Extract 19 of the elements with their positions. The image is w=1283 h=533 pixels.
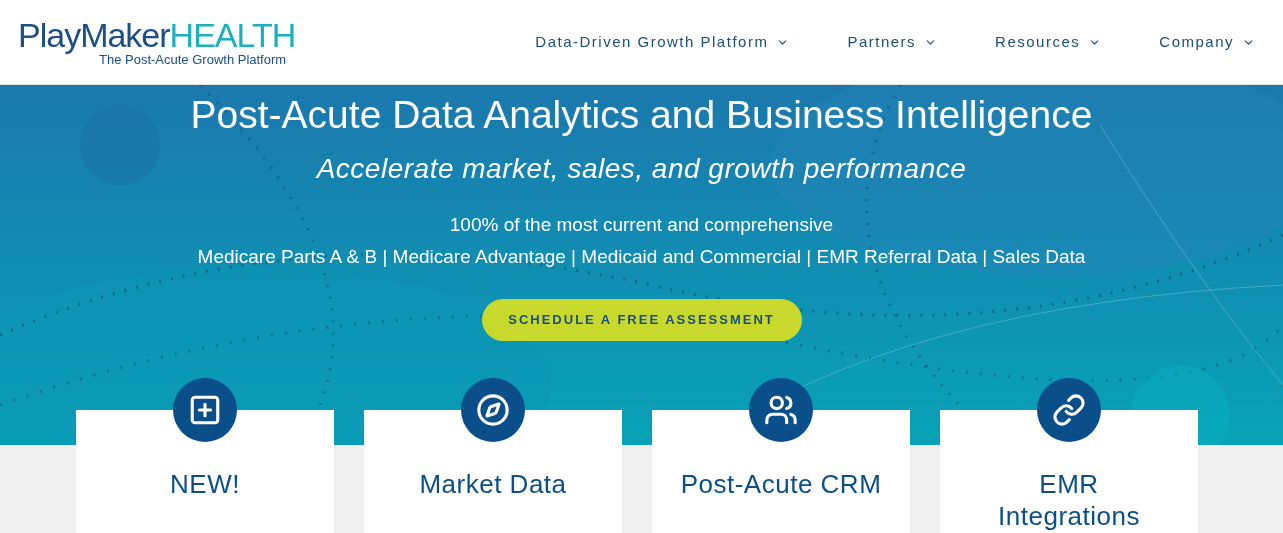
schedule-assessment-button[interactable]: SCHEDULE A FREE ASSESSMENT [481, 299, 802, 341]
hero-subtitle: Accelerate market, sales, and growth performance [316, 152, 967, 186]
feature-card[interactable]: EMR Integrations [940, 410, 1198, 533]
feature-card[interactable]: Market Data [364, 410, 622, 533]
feature-card[interactable]: Post-Acute CRM [652, 410, 910, 533]
hero-text: 100% of the most current and comprehensive [449, 213, 834, 237]
hero-title: Post-Acute Data Analytics and Business Intelligence [190, 92, 1093, 138]
nav-menu-item[interactable]: Data-Driven Growth Platform [535, 30, 790, 54]
card-title: EMR Integrations [998, 468, 1140, 532]
card-title: Post-Acute CRM [680, 468, 882, 500]
nav-menu-item[interactable]: Resources [995, 30, 1102, 54]
hero-text: Medicare Parts A & B | Medicare Advantage | Medicaid and Commercial | EMR Referral Data | Sales Data [197, 245, 1086, 269]
nav-menu-item[interactable]: Company [1159, 30, 1255, 54]
feature-card[interactable]: NEW! [76, 410, 334, 533]
logo-wordmark[interactable]: PlayMakerHEALTH [18, 17, 296, 53]
nav-menu-item[interactable]: Partners [847, 30, 938, 54]
card-title: NEW! [170, 468, 240, 500]
logo-tagline: The Post-Acute Growth Platform [99, 53, 288, 67]
card-title: Market Data [419, 468, 567, 500]
